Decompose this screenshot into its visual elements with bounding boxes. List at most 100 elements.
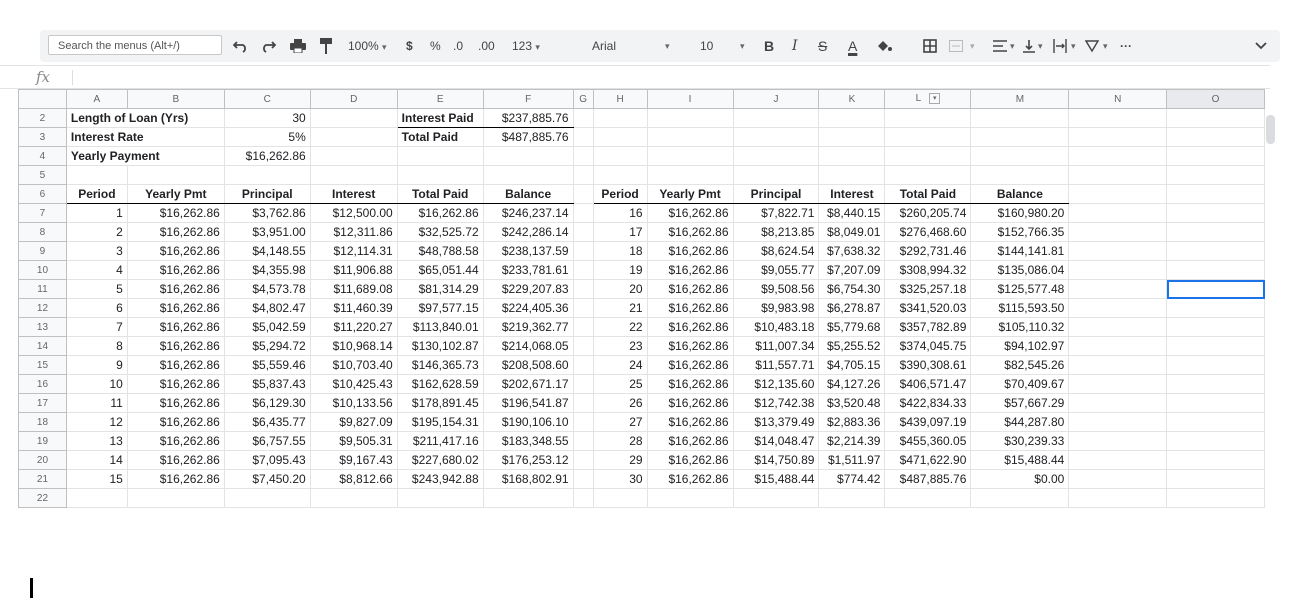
- table-cell[interactable]: $11,557.71: [732, 355, 820, 375]
- table-cell[interactable]: 16: [592, 203, 648, 223]
- table-cell[interactable]: [1166, 241, 1265, 261]
- row-header[interactable]: 11: [18, 279, 67, 299]
- table-cell[interactable]: $183,348.55: [482, 431, 574, 451]
- table-cell[interactable]: $5,837.43: [223, 374, 311, 394]
- cell[interactable]: [1068, 108, 1168, 128]
- row-header[interactable]: 10: [18, 260, 67, 280]
- font-size-chevron-icon[interactable]: ▾: [740, 30, 745, 62]
- table-cell[interactable]: $16,262.86: [646, 317, 734, 337]
- table-cell[interactable]: $16,262.86: [646, 374, 734, 394]
- cell[interactable]: [396, 165, 484, 185]
- table-cell[interactable]: [1166, 469, 1265, 489]
- table-cell[interactable]: [1068, 317, 1168, 337]
- cell[interactable]: [1166, 184, 1265, 204]
- table-cell[interactable]: $196,541.87: [482, 393, 574, 413]
- cell[interactable]: [970, 165, 1070, 185]
- table-cell[interactable]: [1166, 374, 1265, 394]
- rotation-chevron-icon[interactable]: ▾: [1103, 30, 1108, 62]
- table-cell[interactable]: 5: [65, 279, 128, 299]
- table-cell[interactable]: $422,834.33: [884, 393, 972, 413]
- table-cell[interactable]: $219,362.77: [482, 317, 574, 337]
- table-cell[interactable]: $16,262.86: [126, 222, 225, 242]
- cell[interactable]: [572, 127, 594, 147]
- cell[interactable]: [572, 184, 594, 204]
- select-all-corner[interactable]: [18, 89, 67, 109]
- font-select[interactable]: Arial: [592, 30, 616, 62]
- text-rotation-icon[interactable]: [1085, 39, 1101, 53]
- cell[interactable]: [732, 146, 820, 166]
- table-cell[interactable]: $14,750.89: [732, 450, 820, 470]
- cell[interactable]: [732, 127, 820, 147]
- zoom-select[interactable]: 100% ▾: [348, 30, 387, 62]
- table-cell[interactable]: $16,262.86: [126, 355, 225, 375]
- header-cell[interactable]: Period: [592, 184, 648, 204]
- row-header[interactable]: 6: [18, 184, 67, 204]
- text-wrap-icon[interactable]: [1053, 39, 1067, 53]
- table-cell[interactable]: $406,571.47: [884, 374, 972, 394]
- table-cell[interactable]: $195,154.31: [396, 412, 484, 432]
- table-cell[interactable]: $97,577.15: [396, 298, 484, 318]
- table-cell[interactable]: 9: [65, 355, 128, 375]
- row-header[interactable]: 13: [18, 317, 67, 337]
- cell[interactable]: [572, 488, 594, 508]
- table-cell[interactable]: $8,213.85: [732, 222, 820, 242]
- cell[interactable]: [646, 127, 734, 147]
- cell[interactable]: [482, 488, 574, 508]
- table-cell[interactable]: [572, 412, 594, 432]
- row-header[interactable]: 2: [18, 108, 67, 128]
- table-cell[interactable]: [1068, 279, 1168, 299]
- table-cell[interactable]: 30: [592, 469, 648, 489]
- table-cell[interactable]: 19: [592, 260, 648, 280]
- table-cell[interactable]: $12,742.38: [732, 393, 820, 413]
- table-cell[interactable]: $15,488.44: [732, 469, 820, 489]
- row-header[interactable]: 8: [18, 222, 67, 242]
- table-cell[interactable]: [572, 431, 594, 451]
- table-cell[interactable]: $176,253.12: [482, 450, 574, 470]
- column-header[interactable]: G: [572, 89, 594, 109]
- column-header[interactable]: F: [482, 89, 574, 109]
- table-cell[interactable]: [1068, 355, 1168, 375]
- table-cell[interactable]: 27: [592, 412, 648, 432]
- merge-cells-icon[interactable]: [949, 40, 963, 52]
- cell[interactable]: [396, 488, 484, 508]
- cell[interactable]: [970, 108, 1070, 128]
- table-cell[interactable]: [572, 241, 594, 261]
- cell[interactable]: [592, 127, 648, 147]
- header-cell[interactable]: Yearly Pmt: [646, 184, 734, 204]
- row-header[interactable]: 18: [18, 412, 67, 432]
- table-cell[interactable]: $65,051.44: [396, 260, 484, 280]
- cell[interactable]: [818, 127, 886, 147]
- table-cell[interactable]: $11,906.88: [309, 260, 398, 280]
- table-cell[interactable]: 14: [65, 450, 128, 470]
- table-cell[interactable]: $16,262.86: [126, 450, 225, 470]
- table-cell[interactable]: [1166, 393, 1265, 413]
- bold-button[interactable]: B: [764, 30, 774, 62]
- cell[interactable]: [1166, 108, 1265, 128]
- valign-chevron-icon[interactable]: ▾: [1038, 30, 1043, 62]
- table-cell[interactable]: [572, 336, 594, 356]
- table-cell[interactable]: 26: [592, 393, 648, 413]
- table-cell[interactable]: $4,355.98: [223, 260, 311, 280]
- loan-length-label[interactable]: Length of Loan (Yrs): [65, 108, 225, 128]
- table-cell[interactable]: $233,781.61: [482, 260, 574, 280]
- table-cell[interactable]: $487,885.76: [884, 469, 972, 489]
- more-options-button[interactable]: ···: [1120, 30, 1132, 62]
- row-header[interactable]: 15: [18, 355, 67, 375]
- cell[interactable]: [646, 488, 734, 508]
- table-cell[interactable]: [1166, 355, 1265, 375]
- header-cell[interactable]: Period: [65, 184, 128, 204]
- table-cell[interactable]: $15,488.44: [970, 450, 1070, 470]
- table-cell[interactable]: 25: [592, 374, 648, 394]
- table-cell[interactable]: $214,068.05: [482, 336, 574, 356]
- table-cell[interactable]: $292,731.46: [884, 241, 972, 261]
- align-left-icon[interactable]: [993, 40, 1007, 52]
- table-cell[interactable]: $1,511.97: [818, 450, 886, 470]
- cell[interactable]: [884, 488, 972, 508]
- row-header[interactable]: 16: [18, 374, 67, 394]
- table-cell[interactable]: $6,129.30: [223, 393, 311, 413]
- interest-rate-label[interactable]: Interest Rate: [65, 127, 225, 147]
- font-size-select[interactable]: 10: [700, 30, 713, 62]
- cell[interactable]: [1166, 488, 1265, 508]
- table-cell[interactable]: $12,500.00: [309, 203, 398, 223]
- header-cell[interactable]: Total Paid: [884, 184, 972, 204]
